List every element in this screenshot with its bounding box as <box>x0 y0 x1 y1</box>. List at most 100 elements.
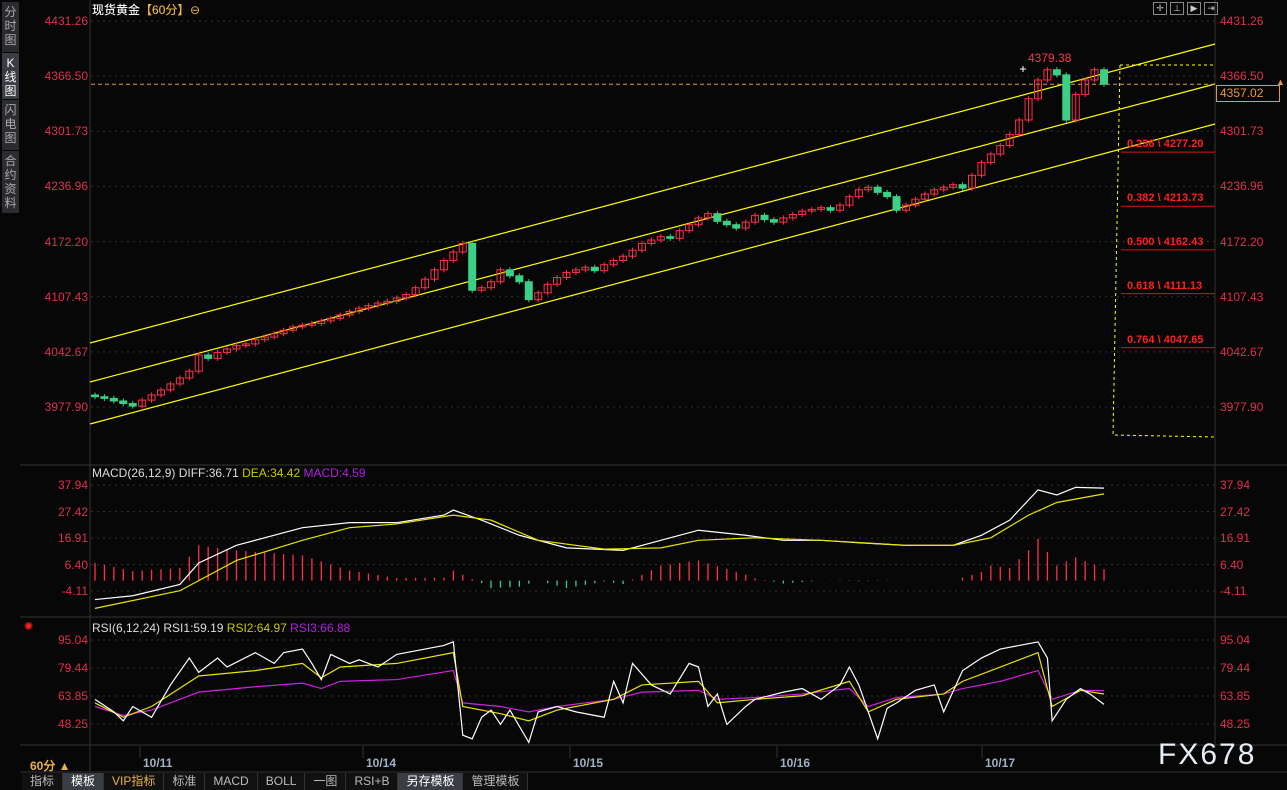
candle-down <box>590 266 599 272</box>
price-tick: 4301.73 <box>1220 124 1264 139</box>
last-price-tag: 4357.02 <box>1216 85 1280 102</box>
channel-line <box>89 123 1216 425</box>
candle-down <box>100 396 109 399</box>
sidebar: 分时图 K线图 闪电图 合约资料 <box>0 0 20 215</box>
bottom-tab[interactable]: 标准 <box>164 773 206 790</box>
tab-kline[interactable]: K线图 <box>2 53 19 99</box>
rsi-tick: 95.04 <box>1220 633 1251 647</box>
price-tick: 4042.67 <box>44 344 88 359</box>
rsi-tick: 63.85 <box>57 688 88 703</box>
candle-down <box>524 281 533 301</box>
period-selector[interactable]: 60分 ▲ <box>30 757 71 774</box>
bottom-tab[interactable]: VIP指标 <box>104 773 165 790</box>
price-tick: 4366.50 <box>1220 69 1264 84</box>
bottom-tab[interactable]: 指标 <box>22 773 64 790</box>
rsi-title: RSI(6,12,24) <box>92 621 161 635</box>
high-marker-icon <box>1020 66 1026 72</box>
tab-timeshare[interactable]: 分时图 <box>2 2 19 52</box>
rsi1-value: RSI1:59.19 <box>163 621 224 635</box>
tab-flash[interactable]: 闪电图 <box>2 100 19 150</box>
candle-down <box>109 397 118 402</box>
rsi1-line <box>94 641 1105 744</box>
price-tick: 3977.90 <box>44 400 88 414</box>
candle-down <box>760 214 769 221</box>
rsi3-value: RSI3:66.88 <box>290 621 351 635</box>
diff-line <box>94 486 1105 601</box>
candle-down <box>722 220 731 226</box>
bottom-tab[interactable]: 管理模板 <box>463 773 529 790</box>
candle-down <box>119 400 128 405</box>
move-right-icon[interactable]: ⇥ <box>1204 2 1218 15</box>
timeframe-label: 【60分】 <box>140 3 190 17</box>
bottom-tab[interactable]: MACD <box>205 773 258 790</box>
candle-down <box>826 207 835 211</box>
price-tick: 3977.90 <box>1220 400 1264 414</box>
candle-down <box>204 354 213 359</box>
bottom-tab[interactable]: 模板 <box>63 773 105 790</box>
price-tick: 4431.26 <box>1220 14 1264 28</box>
candle-down <box>958 184 967 189</box>
crosshair-icon[interactable]: ✛ <box>1153 2 1167 15</box>
rsi-tick: 48.25 <box>1220 717 1251 731</box>
bottom-tab[interactable]: BOLL <box>257 773 306 790</box>
candle-down <box>732 224 741 229</box>
watermark-logo: FX678 <box>1158 738 1257 771</box>
macd-tick: 27.42 <box>1220 504 1251 519</box>
bottom-tab[interactable]: 另存模板 <box>398 773 464 790</box>
zoom-icon[interactable]: ⊖ <box>190 3 200 17</box>
date-tick: 10/16 <box>780 756 811 770</box>
rsi-tick: 95.04 <box>57 633 88 647</box>
indicator-settings-icon[interactable]: ✺ <box>24 620 33 633</box>
price-tick: 4042.67 <box>1220 344 1264 359</box>
bottom-tab[interactable]: RSI+B <box>346 773 399 790</box>
candle-down <box>128 403 137 407</box>
macd-tick: 6.40 <box>64 557 88 572</box>
price-tick: 4236.96 <box>44 179 88 194</box>
candle-down <box>873 186 882 193</box>
chart-title-parts: 现货黄金【60分】 <box>92 3 189 17</box>
price-tick: 4107.43 <box>44 289 88 304</box>
candle-down <box>666 236 675 239</box>
fib-level-label: 0.618 \ 4111.13 <box>1127 279 1203 292</box>
date-tick: 10/14 <box>366 756 397 770</box>
price-tick: 4236.96 <box>1220 179 1264 194</box>
diff-value: DIFF:36.71 <box>178 466 239 480</box>
play-icon[interactable]: ▶ <box>1187 2 1201 15</box>
symbol-name: 现货黄金 <box>92 3 141 17</box>
rsi2-line <box>94 651 1105 722</box>
bottom-tab-bar: 指标 模板 VIP指标 标准 MACD BOLL 一图 RSI+B 另存模板 管理模板 <box>22 773 529 790</box>
zoom-range-icon[interactable]: ⊥ <box>1170 2 1184 15</box>
candle-down <box>769 219 778 223</box>
candle-down <box>515 275 524 283</box>
rsi-tick: 79.44 <box>1220 661 1251 675</box>
rsi-legend: RSI(6,12,24) RSI1:59.19 RSI2:64.97 RSI3:… <box>92 621 350 635</box>
fib-level-label: 0.764 \ 4047.65 <box>1127 333 1204 346</box>
macd-tick: 6.40 <box>1220 557 1244 572</box>
candle-down <box>505 269 514 277</box>
price-tick: 4107.43 <box>1220 289 1264 304</box>
price-tick: 4366.50 <box>44 69 88 84</box>
fib-level-label: 0.236 \ 4277.20 <box>1127 138 1204 151</box>
macd-tick: -4.11 <box>61 583 88 598</box>
scroll-up-icon[interactable]: ▲ <box>1276 77 1285 87</box>
macd-tick: -4.11 <box>1220 583 1247 598</box>
macd-tick: 27.42 <box>57 504 88 519</box>
date-tick: 10/15 <box>573 756 604 770</box>
tab-contract-info[interactable]: 合约资料 <box>2 151 19 213</box>
rsi2-value: RSI2:64.97 <box>226 621 287 635</box>
candle-down <box>1052 69 1061 76</box>
date-tick: 10/17 <box>985 756 1016 770</box>
fib-level-label: 0.500 \ 4162.43 <box>1127 235 1204 248</box>
rsi-tick: 48.25 <box>57 717 88 731</box>
dea-value: DEA:34.42 <box>242 466 301 480</box>
rsi-tick: 79.44 <box>57 661 88 675</box>
candle-down <box>892 196 901 211</box>
high-price-label: 4379.38 <box>1028 51 1072 65</box>
macd-tick: 37.94 <box>57 478 88 492</box>
candle-down <box>1062 74 1071 121</box>
price-tick: 4172.20 <box>44 234 88 249</box>
chart-canvas[interactable] <box>0 0 1287 790</box>
bottom-tab[interactable]: 一图 <box>305 773 347 790</box>
price-tick: 4172.20 <box>1220 234 1264 249</box>
macd-title: MACD(26,12,9) <box>92 466 176 480</box>
